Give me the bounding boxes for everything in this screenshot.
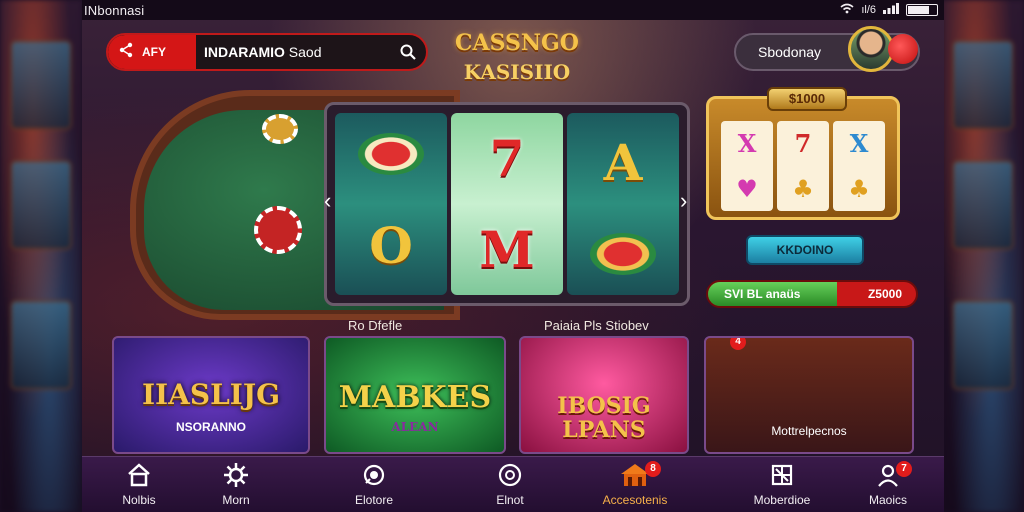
share-icon xyxy=(118,42,134,63)
mini-slot-window: X ♥ 7 ♣ X ♣ xyxy=(721,121,885,211)
nav-badge: 7 xyxy=(896,461,912,477)
status-bar: INbonnasi ıl/6 xyxy=(82,0,944,20)
nav-label: Morn xyxy=(222,493,250,507)
share-label: AFY xyxy=(142,45,166,59)
reel-symbol: 7 xyxy=(489,129,525,188)
slot-reels[interactable]: O 7 M A xyxy=(324,102,690,306)
search-bar[interactable]: AFY INDARAMIO Saod xyxy=(106,33,428,71)
game-card-title: IIASLIJG xyxy=(141,378,281,411)
notification-dot-icon[interactable] xyxy=(888,34,918,64)
card-badge: 4 xyxy=(730,338,746,350)
nav-label: Accesotenis xyxy=(602,493,668,507)
logo-line-2: KASISIIO xyxy=(463,60,571,84)
signal-text: ıl/6 xyxy=(861,4,876,16)
mini-reel-symbol: ♣ xyxy=(848,174,870,203)
reel-symbol: M xyxy=(479,220,535,279)
reel-symbol: O xyxy=(369,215,413,275)
search-query-rest: Saod xyxy=(284,44,322,60)
mini-reel-symbol: 7 xyxy=(794,129,812,158)
section-label-right: Paiaia Pls Stiobev xyxy=(544,318,649,333)
game-card-subtitle: NSORANNO xyxy=(175,420,246,434)
nav-badge: 8 xyxy=(645,461,661,477)
game-card[interactable]: Mottrelpecnos 4 xyxy=(704,336,914,454)
game-card[interactable]: IIASLIJG NSORANNO xyxy=(112,336,310,454)
chip-symbol-icon xyxy=(590,232,656,275)
search-icon[interactable] xyxy=(390,44,426,60)
app-screen: INbonnasi ıl/6 AFY INDARAMIO Saod CASSNG… xyxy=(82,0,944,512)
mini-slot-machine[interactable]: $1000 X ♥ 7 ♣ X ♣ xyxy=(706,87,900,220)
mini-reel: X ♥ xyxy=(721,121,773,211)
casino-logo: CASSNGO KASISIIO xyxy=(442,30,592,84)
progress-bar: SVI BL anaüs Z5000 xyxy=(706,280,918,308)
nav-item-elnot[interactable]: Elnot xyxy=(460,461,560,507)
nav-label: Moberdioe xyxy=(753,493,811,507)
progress-value: Z5000 xyxy=(867,287,902,301)
signal-bars-icon xyxy=(883,3,899,17)
mini-reel-symbol: X xyxy=(849,129,869,158)
bottom-navigation: Nolbis Morn Elotore Elnot 8 Accesotenis … xyxy=(82,456,944,512)
mini-reel-symbol: X xyxy=(737,129,757,158)
poker-chip-icon xyxy=(254,206,302,254)
game-card[interactable]: MABKES ALEAN xyxy=(324,336,506,454)
casino-building-icon xyxy=(585,461,685,489)
mini-reel-symbol: ♣ xyxy=(792,174,814,203)
jackpot-amount: $1000 xyxy=(767,87,847,111)
clock-icon xyxy=(460,461,560,489)
game-card-title: MABKES xyxy=(338,380,492,415)
logo-line-1: CASSNGO xyxy=(455,30,579,56)
progress-label: SVI BL anaüs xyxy=(724,287,801,301)
reel-1: O xyxy=(335,113,447,295)
search-input[interactable]: INDARAMIO Saod xyxy=(196,44,390,60)
nav-item-accesotenis[interactable]: 8 Accesotenis xyxy=(585,461,685,507)
game-card-subtitle: Mottrelpecnos xyxy=(771,424,847,438)
nav-item-elotore[interactable]: Elotore xyxy=(324,461,424,507)
wifi-icon xyxy=(840,3,854,17)
poker-chip-icon xyxy=(262,114,298,144)
mini-reel-symbol: ♥ xyxy=(736,174,758,203)
game-card[interactable]: IBOSIG LPANS xyxy=(519,336,689,454)
gear-icon xyxy=(186,461,286,489)
game-card-title: IBOSIG LPANS xyxy=(557,393,651,443)
nav-item-home[interactable]: Nolbis xyxy=(89,461,189,507)
nav-label: Maoics xyxy=(868,493,907,507)
background-left-machines xyxy=(0,0,82,512)
reel-2: 7 M xyxy=(451,113,563,295)
search-query-bold: INDARAMIO xyxy=(204,44,285,60)
reel-3: A xyxy=(567,113,679,295)
background-right-machines xyxy=(942,0,1024,512)
section-label-left: Ro Dfefle xyxy=(348,318,403,333)
home-icon xyxy=(89,461,189,489)
nav-label: Nolbis xyxy=(122,493,156,507)
casino-button[interactable]: KKDOINO xyxy=(746,235,864,265)
chip-symbol-icon xyxy=(358,133,424,176)
carrier-name: INbonnasi xyxy=(84,2,145,18)
nav-label: Elotore xyxy=(354,493,394,507)
nav-item-morn[interactable]: Morn xyxy=(186,461,286,507)
reel-symbol: A xyxy=(603,133,643,193)
puzzle-icon xyxy=(732,461,832,489)
nav-item-maoics[interactable]: 7 Maoics xyxy=(838,461,938,507)
game-card-subtitle: ALEAN xyxy=(391,420,439,434)
nav-label: Elnot xyxy=(496,493,524,507)
nav-item-moberdioe[interactable]: Moberdioe xyxy=(732,461,832,507)
battery-icon xyxy=(906,4,938,16)
chevron-right-icon[interactable]: › xyxy=(680,188,687,214)
share-button[interactable]: AFY xyxy=(108,35,196,69)
mini-reel: 7 ♣ xyxy=(777,121,829,211)
profile-icon xyxy=(838,461,938,489)
status-icons: ıl/6 xyxy=(840,3,938,17)
chevron-left-icon[interactable]: ‹ xyxy=(324,188,331,214)
mini-reel: X ♣ xyxy=(833,121,885,211)
chip-icon xyxy=(324,461,424,489)
